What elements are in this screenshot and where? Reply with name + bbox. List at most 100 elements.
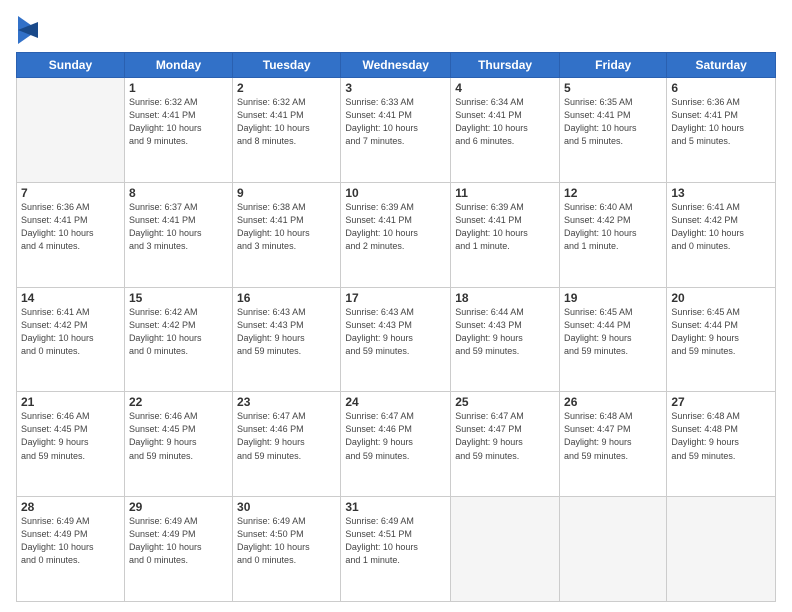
calendar-cell: 11Sunrise: 6:39 AMSunset: 4:41 PMDayligh… xyxy=(451,182,560,287)
day-info: Sunrise: 6:40 AMSunset: 4:42 PMDaylight:… xyxy=(564,201,662,253)
day-number: 12 xyxy=(564,186,662,200)
calendar-cell: 19Sunrise: 6:45 AMSunset: 4:44 PMDayligh… xyxy=(560,287,667,392)
calendar-cell: 12Sunrise: 6:40 AMSunset: 4:42 PMDayligh… xyxy=(560,182,667,287)
weekday-header-monday: Monday xyxy=(124,53,232,78)
calendar-cell: 20Sunrise: 6:45 AMSunset: 4:44 PMDayligh… xyxy=(667,287,776,392)
day-number: 19 xyxy=(564,291,662,305)
day-info: Sunrise: 6:42 AMSunset: 4:42 PMDaylight:… xyxy=(129,306,228,358)
day-info: Sunrise: 6:48 AMSunset: 4:47 PMDaylight:… xyxy=(564,410,662,462)
header xyxy=(16,14,776,44)
day-number: 10 xyxy=(345,186,446,200)
week-row-4: 28Sunrise: 6:49 AMSunset: 4:49 PMDayligh… xyxy=(17,497,776,602)
day-info: Sunrise: 6:35 AMSunset: 4:41 PMDaylight:… xyxy=(564,96,662,148)
day-number: 22 xyxy=(129,395,228,409)
calendar-cell xyxy=(451,497,560,602)
calendar-cell: 5Sunrise: 6:35 AMSunset: 4:41 PMDaylight… xyxy=(560,78,667,183)
day-info: Sunrise: 6:32 AMSunset: 4:41 PMDaylight:… xyxy=(237,96,336,148)
calendar-cell: 21Sunrise: 6:46 AMSunset: 4:45 PMDayligh… xyxy=(17,392,125,497)
day-number: 3 xyxy=(345,81,446,95)
day-info: Sunrise: 6:43 AMSunset: 4:43 PMDaylight:… xyxy=(345,306,446,358)
weekday-header-row: SundayMondayTuesdayWednesdayThursdayFrid… xyxy=(17,53,776,78)
day-number: 30 xyxy=(237,500,336,514)
calendar-cell: 15Sunrise: 6:42 AMSunset: 4:42 PMDayligh… xyxy=(124,287,232,392)
page: SundayMondayTuesdayWednesdayThursdayFrid… xyxy=(0,0,792,612)
day-info: Sunrise: 6:36 AMSunset: 4:41 PMDaylight:… xyxy=(671,96,771,148)
day-number: 13 xyxy=(671,186,771,200)
day-info: Sunrise: 6:34 AMSunset: 4:41 PMDaylight:… xyxy=(455,96,555,148)
weekday-header-sunday: Sunday xyxy=(17,53,125,78)
calendar-cell: 23Sunrise: 6:47 AMSunset: 4:46 PMDayligh… xyxy=(233,392,341,497)
week-row-2: 14Sunrise: 6:41 AMSunset: 4:42 PMDayligh… xyxy=(17,287,776,392)
day-number: 20 xyxy=(671,291,771,305)
day-info: Sunrise: 6:41 AMSunset: 4:42 PMDaylight:… xyxy=(21,306,120,358)
day-number: 27 xyxy=(671,395,771,409)
day-info: Sunrise: 6:49 AMSunset: 4:49 PMDaylight:… xyxy=(21,515,120,567)
day-number: 7 xyxy=(21,186,120,200)
calendar-cell: 30Sunrise: 6:49 AMSunset: 4:50 PMDayligh… xyxy=(233,497,341,602)
weekday-header-saturday: Saturday xyxy=(667,53,776,78)
day-info: Sunrise: 6:47 AMSunset: 4:47 PMDaylight:… xyxy=(455,410,555,462)
day-number: 16 xyxy=(237,291,336,305)
calendar-cell: 14Sunrise: 6:41 AMSunset: 4:42 PMDayligh… xyxy=(17,287,125,392)
calendar-cell: 26Sunrise: 6:48 AMSunset: 4:47 PMDayligh… xyxy=(560,392,667,497)
day-info: Sunrise: 6:45 AMSunset: 4:44 PMDaylight:… xyxy=(564,306,662,358)
day-info: Sunrise: 6:48 AMSunset: 4:48 PMDaylight:… xyxy=(671,410,771,462)
calendar: SundayMondayTuesdayWednesdayThursdayFrid… xyxy=(16,52,776,602)
day-info: Sunrise: 6:47 AMSunset: 4:46 PMDaylight:… xyxy=(237,410,336,462)
calendar-cell: 13Sunrise: 6:41 AMSunset: 4:42 PMDayligh… xyxy=(667,182,776,287)
calendar-cell: 4Sunrise: 6:34 AMSunset: 4:41 PMDaylight… xyxy=(451,78,560,183)
calendar-cell: 1Sunrise: 6:32 AMSunset: 4:41 PMDaylight… xyxy=(124,78,232,183)
day-number: 1 xyxy=(129,81,228,95)
calendar-cell: 25Sunrise: 6:47 AMSunset: 4:47 PMDayligh… xyxy=(451,392,560,497)
weekday-header-thursday: Thursday xyxy=(451,53,560,78)
day-info: Sunrise: 6:37 AMSunset: 4:41 PMDaylight:… xyxy=(129,201,228,253)
day-info: Sunrise: 6:49 AMSunset: 4:50 PMDaylight:… xyxy=(237,515,336,567)
day-info: Sunrise: 6:49 AMSunset: 4:49 PMDaylight:… xyxy=(129,515,228,567)
day-number: 6 xyxy=(671,81,771,95)
week-row-1: 7Sunrise: 6:36 AMSunset: 4:41 PMDaylight… xyxy=(17,182,776,287)
calendar-cell: 3Sunrise: 6:33 AMSunset: 4:41 PMDaylight… xyxy=(341,78,451,183)
day-info: Sunrise: 6:46 AMSunset: 4:45 PMDaylight:… xyxy=(129,410,228,462)
day-number: 28 xyxy=(21,500,120,514)
day-number: 26 xyxy=(564,395,662,409)
day-info: Sunrise: 6:45 AMSunset: 4:44 PMDaylight:… xyxy=(671,306,771,358)
calendar-cell: 9Sunrise: 6:38 AMSunset: 4:41 PMDaylight… xyxy=(233,182,341,287)
week-row-3: 21Sunrise: 6:46 AMSunset: 4:45 PMDayligh… xyxy=(17,392,776,497)
day-number: 18 xyxy=(455,291,555,305)
day-number: 15 xyxy=(129,291,228,305)
calendar-cell: 31Sunrise: 6:49 AMSunset: 4:51 PMDayligh… xyxy=(341,497,451,602)
day-number: 29 xyxy=(129,500,228,514)
day-info: Sunrise: 6:38 AMSunset: 4:41 PMDaylight:… xyxy=(237,201,336,253)
day-info: Sunrise: 6:33 AMSunset: 4:41 PMDaylight:… xyxy=(345,96,446,148)
day-number: 11 xyxy=(455,186,555,200)
calendar-cell: 2Sunrise: 6:32 AMSunset: 4:41 PMDaylight… xyxy=(233,78,341,183)
calendar-cell: 7Sunrise: 6:36 AMSunset: 4:41 PMDaylight… xyxy=(17,182,125,287)
calendar-cell: 16Sunrise: 6:43 AMSunset: 4:43 PMDayligh… xyxy=(233,287,341,392)
day-number: 23 xyxy=(237,395,336,409)
day-number: 8 xyxy=(129,186,228,200)
day-number: 14 xyxy=(21,291,120,305)
day-info: Sunrise: 6:43 AMSunset: 4:43 PMDaylight:… xyxy=(237,306,336,358)
day-info: Sunrise: 6:41 AMSunset: 4:42 PMDaylight:… xyxy=(671,201,771,253)
day-number: 4 xyxy=(455,81,555,95)
calendar-cell: 27Sunrise: 6:48 AMSunset: 4:48 PMDayligh… xyxy=(667,392,776,497)
day-info: Sunrise: 6:36 AMSunset: 4:41 PMDaylight:… xyxy=(21,201,120,253)
calendar-cell xyxy=(667,497,776,602)
calendar-cell: 24Sunrise: 6:47 AMSunset: 4:46 PMDayligh… xyxy=(341,392,451,497)
calendar-cell: 8Sunrise: 6:37 AMSunset: 4:41 PMDaylight… xyxy=(124,182,232,287)
calendar-cell xyxy=(560,497,667,602)
weekday-header-tuesday: Tuesday xyxy=(233,53,341,78)
day-info: Sunrise: 6:47 AMSunset: 4:46 PMDaylight:… xyxy=(345,410,446,462)
calendar-cell: 6Sunrise: 6:36 AMSunset: 4:41 PMDaylight… xyxy=(667,78,776,183)
weekday-header-wednesday: Wednesday xyxy=(341,53,451,78)
day-info: Sunrise: 6:39 AMSunset: 4:41 PMDaylight:… xyxy=(455,201,555,253)
day-number: 17 xyxy=(345,291,446,305)
calendar-cell: 10Sunrise: 6:39 AMSunset: 4:41 PMDayligh… xyxy=(341,182,451,287)
calendar-cell: 18Sunrise: 6:44 AMSunset: 4:43 PMDayligh… xyxy=(451,287,560,392)
day-info: Sunrise: 6:46 AMSunset: 4:45 PMDaylight:… xyxy=(21,410,120,462)
day-number: 24 xyxy=(345,395,446,409)
logo-icon xyxy=(18,16,38,44)
day-info: Sunrise: 6:49 AMSunset: 4:51 PMDaylight:… xyxy=(345,515,446,567)
calendar-cell: 17Sunrise: 6:43 AMSunset: 4:43 PMDayligh… xyxy=(341,287,451,392)
day-info: Sunrise: 6:39 AMSunset: 4:41 PMDaylight:… xyxy=(345,201,446,253)
